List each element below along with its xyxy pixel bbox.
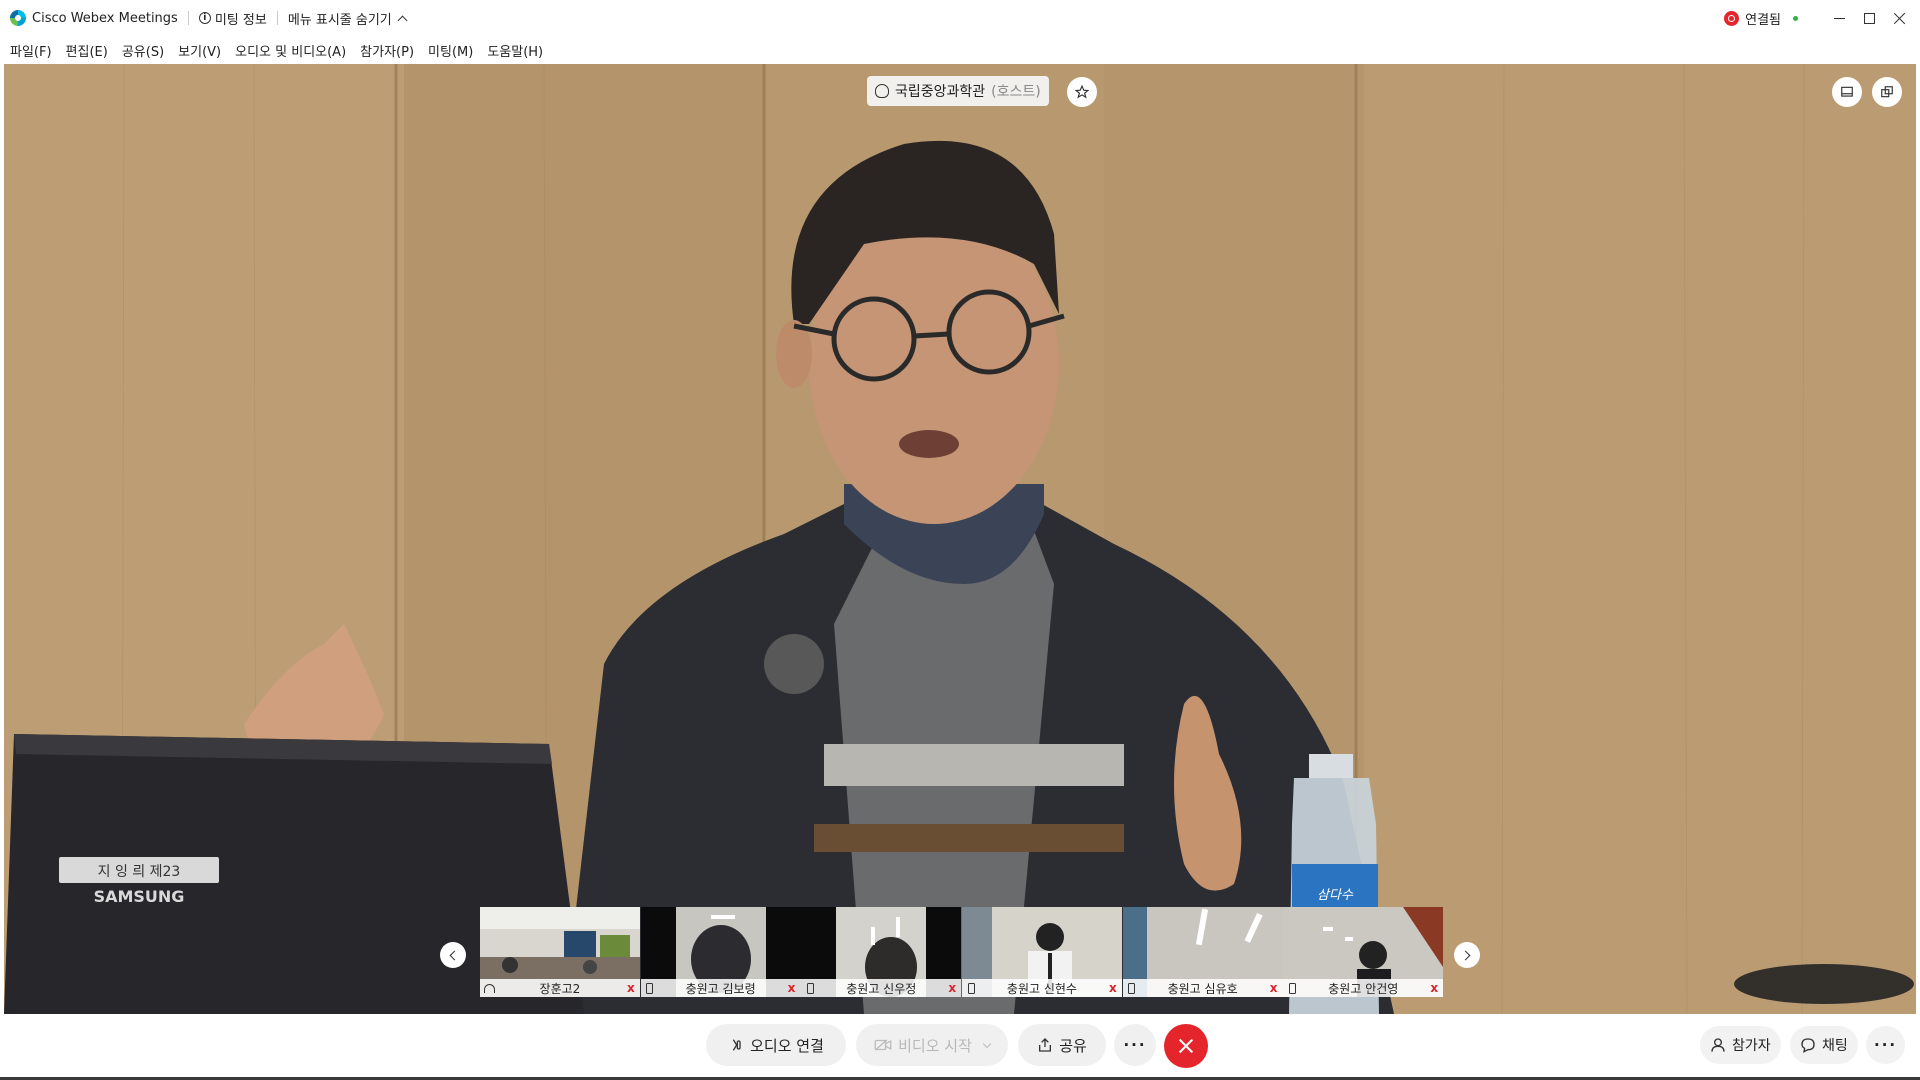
close-window-button[interactable] [1884, 0, 1914, 36]
headset-icon [483, 983, 495, 993]
muted-mic-icon: ⅹ [1269, 981, 1278, 995]
participant-thumbnail[interactable]: 충원고 김보령 ⅹ [640, 907, 801, 997]
filmstrip-next-button[interactable] [1454, 942, 1480, 968]
title-bar: Cisco Webex Meetings i 미팅 정보 메뉴 표시줄 숨기기 … [0, 0, 1920, 36]
participant-name: 충원고 안건영 [1328, 981, 1399, 996]
close-icon [1893, 12, 1906, 25]
info-icon: i [198, 12, 211, 24]
phone-icon [646, 982, 654, 994]
menu-share[interactable]: 공유(S) [122, 41, 164, 60]
participants-panel-label: 참가자 [1732, 1038, 1771, 1054]
connection-status[interactable]: 연결됨 [1724, 9, 1798, 28]
star-icon [1075, 85, 1089, 99]
share-button[interactable]: 공유 [1018, 1024, 1106, 1066]
host-role: (호스트) [991, 84, 1041, 100]
participant-thumbnail[interactable]: 충원고 신우정 ⅹ [801, 907, 962, 997]
title-separator [187, 11, 189, 25]
person-icon [1711, 1038, 1725, 1052]
meeting-info-label: 미팅 정보 [214, 12, 267, 28]
maximize-button[interactable] [1854, 0, 1884, 36]
audio-connect-icon [732, 1039, 741, 1051]
app-title: Cisco Webex Meetings [32, 10, 178, 26]
active-speaker-video: 지 잉 릐 제23 SAMSUNG 삼다수 [4, 64, 1916, 1014]
menu-edit[interactable]: 편집(E) [66, 41, 108, 60]
minimize-icon [1833, 17, 1845, 19]
panel-more-button[interactable]: ··· [1866, 1026, 1906, 1064]
menu-participants[interactable]: 참가자(P) [360, 41, 414, 60]
laptop-brand: SAMSUNG [94, 887, 185, 906]
menu-file[interactable]: 파일(F) [10, 41, 52, 60]
connection-status-label: 연결됨 [1745, 12, 1781, 28]
phone-icon [1128, 982, 1136, 994]
muted-mic-icon: ⅹ [627, 981, 635, 995]
muted-mic-icon: ⅹ [787, 981, 796, 995]
chevron-right-icon [1460, 950, 1471, 960]
menu-help[interactable]: 도움말(H) [487, 41, 543, 60]
phone-icon [806, 982, 814, 994]
phone-icon [1288, 982, 1296, 994]
more-options-icon: ··· [1123, 1036, 1147, 1054]
participant-name: 충원고 심유호 [1167, 981, 1238, 996]
popout-icon [1881, 86, 1893, 98]
video-off-icon [874, 1039, 892, 1051]
hide-menu-button[interactable]: 메뉴 표시줄 숨기기 [287, 9, 408, 28]
share-label: 공유 [1059, 1036, 1087, 1055]
active-speaker-label: 국립중앙과학관 (호스트) [867, 76, 1049, 106]
more-options-button[interactable]: ··· [1114, 1024, 1156, 1066]
connect-audio-label: 오디오 연결 [750, 1036, 824, 1055]
participant-name: 충원고 신우정 [846, 981, 917, 996]
more-options-icon: ··· [1874, 1036, 1898, 1054]
participant-name: 충원고 신현수 [1006, 981, 1077, 996]
minimize-button[interactable] [1824, 0, 1854, 36]
participant-thumbnail[interactable]: 장훈고2 ⅹ [480, 907, 640, 997]
muted-mic-icon: ⅹ [1109, 981, 1117, 995]
start-video-label: 비디오 시작 [898, 1036, 972, 1055]
phone-icon [967, 982, 975, 994]
hide-menu-label: 메뉴 표시줄 숨기기 [287, 12, 392, 28]
connected-dot-icon [1793, 15, 1798, 21]
share-icon [1039, 1038, 1052, 1052]
menu-bar: 파일(F) 편집(E) 공유(S) 보기(V) 오디오 및 비디오(A) 참가자… [0, 36, 1920, 64]
menu-view[interactable]: 보기(V) [178, 41, 221, 60]
participant-name: 장훈고2 [539, 981, 581, 996]
meeting-info-button[interactable]: i 미팅 정보 [198, 9, 267, 28]
start-video-button[interactable]: 비디오 시작 [856, 1024, 1008, 1066]
pin-speaker-button[interactable] [1067, 77, 1097, 107]
layout-button[interactable] [1832, 77, 1862, 107]
recording-icon [1724, 10, 1740, 26]
participant-filmstrip: 장훈고2 ⅹ 충원고 김보령 ⅹ 충원고 신우정 ⅹ 충원고 신현수 ⅹ 충원고… [480, 907, 1444, 997]
muted-mic-icon: ⅹ [948, 981, 957, 995]
leave-meeting-button[interactable] [1164, 1024, 1208, 1068]
participant-thumbnail[interactable]: 충원고 심유호 ⅹ [1122, 907, 1283, 997]
menu-meeting[interactable]: 미팅(M) [428, 41, 473, 60]
maximize-icon [1863, 12, 1875, 24]
person-icon [875, 84, 889, 98]
meeting-control-bar: 오디오 연결 비디오 시작 공유 ··· 참가자 채팅 ··· [0, 1014, 1920, 1080]
title-separator [276, 11, 278, 25]
chevron-down-icon[interactable] [982, 1039, 992, 1048]
participant-thumbnail[interactable]: 충원고 안건영 ⅹ [1283, 907, 1444, 997]
laptop-label: 지 잉 릐 제23 [98, 864, 181, 880]
chevron-left-icon [449, 950, 460, 960]
menu-audio-video[interactable]: 오디오 및 비디오(A) [235, 41, 346, 60]
bottle-label: 삼다수 [1317, 888, 1354, 903]
chat-icon [1801, 1038, 1815, 1053]
chat-panel-button[interactable]: 채팅 [1790, 1026, 1858, 1064]
chevron-up-icon [397, 15, 408, 25]
participants-panel-button[interactable]: 참가자 [1700, 1026, 1781, 1064]
host-name: 국립중앙과학관 [895, 84, 986, 100]
main-video-stage[interactable]: 지 잉 릐 제23 SAMSUNG 삼다수 국립중앙과학관 (호스트) 장훈고2… [4, 64, 1916, 1014]
connect-audio-button[interactable]: 오디오 연결 [706, 1024, 846, 1066]
participant-name: 충원고 김보령 [685, 981, 756, 996]
layout-icon [1841, 86, 1853, 97]
filmstrip-prev-button[interactable] [440, 942, 466, 968]
muted-mic-icon: ⅹ [1430, 981, 1439, 995]
webex-logo-icon [10, 10, 26, 26]
popout-button[interactable] [1872, 77, 1902, 107]
participant-thumbnail[interactable]: 충원고 신현수 ⅹ [962, 907, 1122, 997]
chat-panel-label: 채팅 [1822, 1038, 1848, 1054]
